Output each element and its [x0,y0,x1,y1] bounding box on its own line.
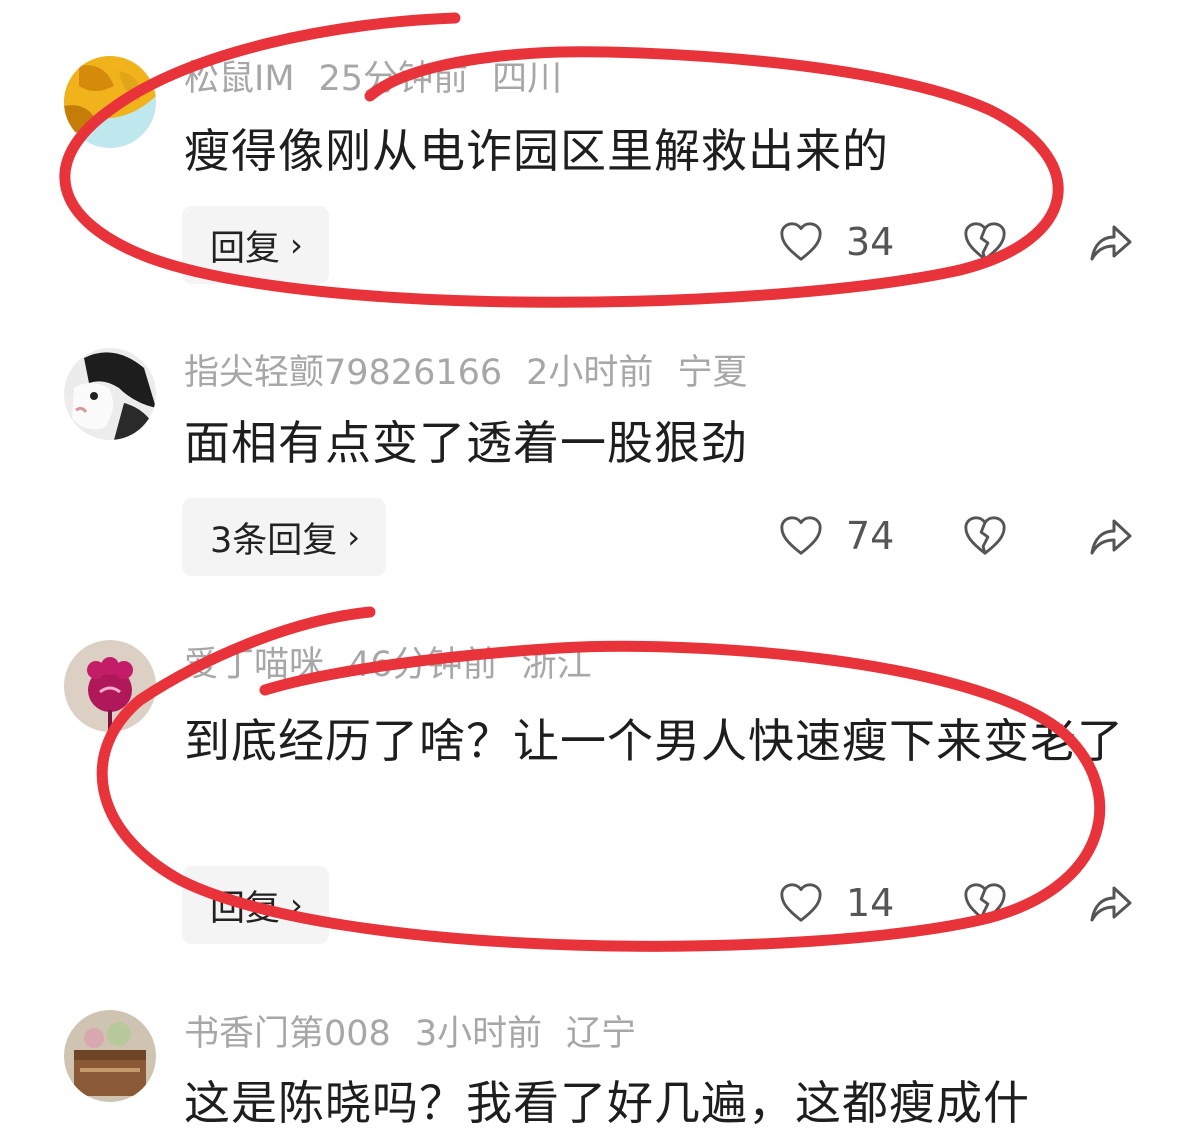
comment-meta: 书香门第008 3小时前 辽宁 [184,1017,660,1052]
username[interactable]: 爱丁喵咪 [184,645,324,685]
reply-button[interactable]: 回复 › [182,206,329,284]
comment-meta: 指尖轻颤79826166 2小时前 宁夏 [184,356,771,391]
share-arrow-icon [1090,886,1132,922]
comment-text: 这是陈晓吗？我看了好几遍，这都瘦成什 [184,1076,1030,1130]
comment-time: 25分钟前 [318,59,469,99]
avatar[interactable] [64,1010,156,1102]
reply-button[interactable]: 3条回复 › [182,498,387,576]
dislike-button[interactable] [962,880,1008,930]
like-button[interactable]: 34 [778,219,894,265]
share-arrow-icon [1090,519,1132,555]
chevron-right-icon: › [290,226,303,264]
username[interactable]: 书香门第008 [184,1014,391,1054]
like-count: 34 [846,220,895,264]
username[interactable]: 松鼠IM [184,59,295,99]
reply-label: 回复 [210,888,281,929]
comment-meta: 松鼠IM 25分钟前 四川 [184,62,586,97]
heart-outline-icon [780,883,822,922]
avatar[interactable] [64,640,156,732]
comment-location: 宁夏 [677,353,748,393]
avatar-image [64,1010,156,1102]
broken-heart-icon [964,883,1006,922]
reply-label: 回复 [210,228,281,269]
chevron-right-icon: › [347,518,361,556]
broken-heart-icon [964,516,1006,555]
comment-meta: 爱丁喵咪 46分钟前 浙江 [184,648,616,683]
chevron-right-icon: › [290,886,303,924]
heart-outline-icon [780,222,822,261]
avatar-image [64,348,156,440]
like-button[interactable]: 14 [778,880,894,926]
share-button[interactable] [1086,219,1134,269]
share-button[interactable] [1086,513,1134,563]
avatar-image [64,56,156,148]
dislike-button[interactable] [962,219,1008,269]
comment-time: 2小时前 [526,353,654,393]
avatar[interactable] [64,348,156,440]
avatar[interactable] [64,56,156,148]
comment-text: 到底经历了啥？让一个男人快速瘦下来变老了 [184,714,1124,768]
avatar-image [64,640,156,732]
comment-location: 浙江 [521,645,592,685]
broken-heart-icon [964,222,1006,261]
comment-time: 3小时前 [414,1014,543,1054]
share-button[interactable] [1086,880,1134,930]
like-count: 14 [846,881,895,925]
dislike-button[interactable] [962,513,1008,563]
comment-location: 四川 [492,59,563,99]
like-button[interactable]: 74 [778,513,894,559]
comment-time: 46分钟前 [348,645,498,685]
heart-outline-icon [780,516,822,555]
username[interactable]: 指尖轻颤79826166 [184,353,502,393]
comment-location: 辽宁 [566,1014,637,1054]
comment-text: 瘦得像刚从电诈园区里解救出来的 [184,124,889,178]
share-arrow-icon [1090,225,1132,261]
comment-text: 面相有点变了透着一股狠劲 [184,416,748,470]
reply-button[interactable]: 回复 › [182,866,329,944]
like-count: 74 [846,514,895,558]
reply-label: 3条回复 [210,520,338,561]
